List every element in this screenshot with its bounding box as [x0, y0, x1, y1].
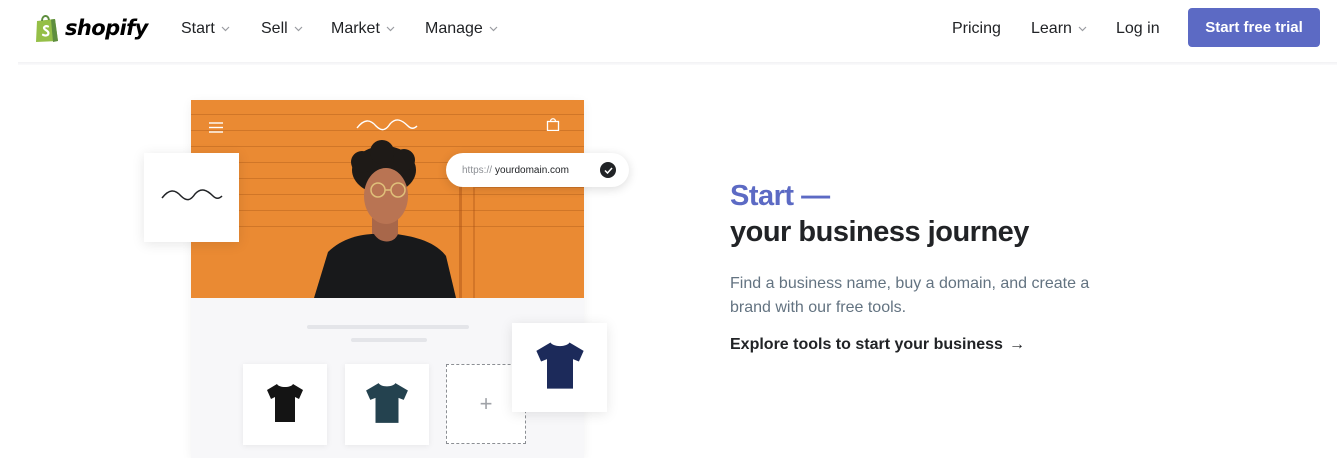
nav-item-label: Manage: [425, 20, 483, 37]
url-protocol: https://: [462, 164, 493, 176]
hamburger-menu-icon[interactable]: [209, 120, 223, 138]
hero-photo: [191, 100, 584, 298]
domain-url-pill: https:// yourdomain.com: [446, 153, 629, 187]
start-free-trial-button[interactable]: Start free trial: [1188, 8, 1320, 47]
nav-item-sell[interactable]: Sell: [261, 18, 303, 40]
nav-item-label: Market: [331, 20, 380, 37]
nav-item-learn[interactable]: Learn: [1031, 18, 1087, 40]
plus-icon: +: [479, 391, 493, 416]
login-link[interactable]: Log in: [1116, 18, 1160, 40]
hero-description: Find a business name, buy a domain, and …: [730, 275, 1090, 316]
navy-tshirt-icon: [534, 338, 586, 397]
logo-preview-card: [144, 153, 239, 242]
wave-logo-icon: [356, 118, 418, 137]
nav-item-start[interactable]: Start: [181, 18, 230, 40]
placeholder-title-bar: [307, 325, 469, 329]
wave-logo-icon: [160, 188, 223, 207]
door-panel: [473, 186, 584, 298]
check-circle-icon: [600, 162, 616, 178]
arrow-right-icon: →: [1008, 336, 1025, 353]
black-tshirt-icon: [263, 380, 307, 429]
chevron-down-icon: [386, 26, 395, 32]
logo-wordmark: shopify: [65, 16, 148, 40]
hero-eyebrow: Start —: [730, 180, 830, 212]
shopify-logo-link[interactable]: shopify: [34, 12, 148, 44]
explore-link-label: Explore tools to start your business: [730, 336, 1003, 353]
person-illustration: [314, 140, 456, 298]
url-domain: yourdomain.com: [495, 164, 569, 176]
featured-product-card[interactable]: [512, 323, 607, 412]
nav-item-market[interactable]: Market: [331, 18, 395, 40]
chevron-down-icon: [294, 26, 303, 32]
nav-item-pricing[interactable]: Pricing: [952, 18, 1001, 40]
nav-item-label: Start: [181, 20, 215, 37]
product-tile[interactable]: [345, 364, 429, 445]
nav-item-label: Log in: [1116, 20, 1160, 37]
shopping-bag-icon[interactable]: [546, 117, 560, 136]
chevron-down-icon: [489, 26, 498, 32]
chevron-down-icon: [221, 26, 230, 32]
placeholder-subtitle-bar: [351, 338, 427, 342]
nav-item-label: Pricing: [952, 20, 1001, 37]
nav-item-label: Sell: [261, 20, 288, 37]
nav-item-label: Learn: [1031, 20, 1072, 37]
product-tile[interactable]: [243, 364, 327, 445]
hero-headline: your business journey: [730, 216, 1029, 248]
shopify-bag-icon: [34, 13, 60, 43]
teal-tshirt-icon: [364, 379, 410, 430]
chevron-down-icon: [1078, 26, 1087, 32]
nav-divider: [18, 62, 1337, 65]
top-navigation: shopify Start Sell Market Manage Pricing…: [0, 0, 1337, 62]
nav-item-manage[interactable]: Manage: [425, 18, 498, 40]
explore-tools-link[interactable]: Explore tools to start your business →: [730, 336, 1025, 354]
